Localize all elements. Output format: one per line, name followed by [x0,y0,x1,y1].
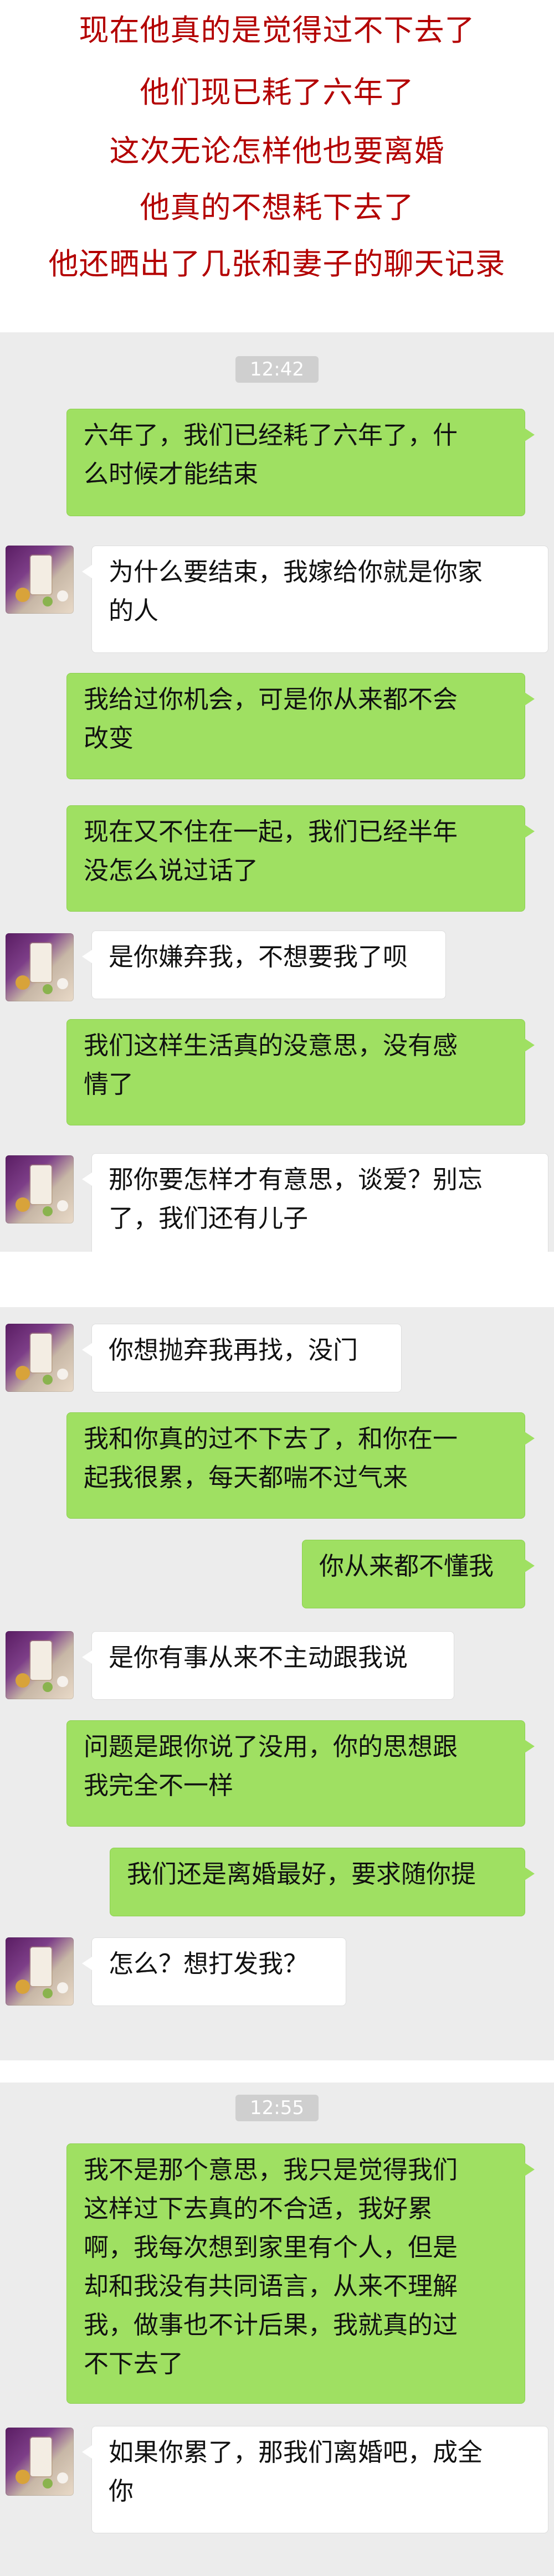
message-received: 为什么要结束，我嫁给你就是你家 的人 [82,546,548,653]
message-line: 啊，我每次想到家里有个人，但是 [84,2233,458,2262]
avatar [6,1155,74,1223]
message-received: 是你有事从来不主动跟我说 [82,1631,454,1700]
message-line: 不下去了 [84,2349,184,2378]
message-line: 的人 [109,596,159,625]
chat-screenshots-page: 现在他真的是觉得过不下去了 他们现已耗了六年了 这次无论怎样他也要离婚 他真的不… [0,0,554,2576]
message-line: 我们还是离婚最好，要求随你提 [127,1859,476,1889]
chat-screenshot-2: 你想抛弃我再找，没门 我和你真的过不下去了，和你在一 起我很累，每天都喘不过气来… [0,1307,554,2060]
message-line: 那你要怎样才有意思，谈爱？别忘 [109,1165,483,1194]
intro-line-1: 现在他真的是觉得过不下去了 [79,13,475,48]
message-line: 我，做事也不计后果，我就真的过 [84,2310,458,2340]
avatar [6,1324,74,1392]
intro-caption: 现在他真的是觉得过不下去了 他们现已耗了六年了 这次无论怎样他也要离婚 他真的不… [0,0,554,324]
avatar [6,1631,74,1699]
timestamp: 12:55 [235,2095,319,2121]
avatar [6,546,74,614]
avatar [6,1937,74,2006]
message-sent: 我不是那个意思，我只是觉得我们 这样过下去真的不合适，我好累 啊，我每次想到家里… [66,2143,535,2404]
message-line: 你从来都不懂我 [319,1551,494,1581]
message-received: 怎么？想打发我？ [82,1937,346,2006]
message-line: 我和你真的过不下去了，和你在一 [84,1424,458,1453]
message-line: 却和我没有共同语言，从来不理解 [84,2271,458,2301]
message-line: 你 [109,2476,134,2506]
message-line: 我不是那个意思，我只是觉得我们 [84,2155,458,2184]
message-line: 么时候才能结束 [84,459,259,489]
message-line: 我给过你机会，可是你从来都不会 [84,685,458,714]
message-line: 改变 [84,723,134,753]
message-sent: 我们还是离婚最好，要求随你提 [110,1848,535,1916]
message-sent: 你从来都不懂我 [302,1540,535,1608]
message-line: 我完全不一样 [84,1771,234,1800]
message-received: 是你嫌弃我，不想要我了呗 [82,930,446,999]
message-sent: 问题是跟你说了没用，你的思想跟 我完全不一样 [66,1720,535,1827]
message-line: 为什么要结束，我嫁给你就是你家 [109,557,483,587]
message-sent: 我和你真的过不下去了，和你在一 起我很累，每天都喘不过气来 [66,1412,535,1519]
message-line: 没怎么说过话了 [84,856,259,885]
chat-screenshot-1: 12:42 六年了，我们已经耗了六年了，什 么时候才能结束 为什么要结束，我嫁给… [0,332,554,1252]
message-line: 你想抛弃我再找，没门 [109,1335,358,1365]
message-line: 我们这样生活真的没意思，没有感 [84,1031,458,1060]
avatar [6,2428,74,2496]
chat-screenshot-3: 12:55 我不是那个意思，我只是觉得我们 这样过下去真的不合适，我好累 啊，我… [0,2083,554,2576]
timestamp: 12:42 [235,356,319,383]
intro-line-2: 他们现已耗了六年了 [140,75,414,110]
message-received: 你想抛弃我再找，没门 [82,1324,402,1392]
message-sent: 我给过你机会，可是你从来都不会 改变 [66,673,535,779]
message-line: 起我很累，每天都喘不过气来 [84,1463,408,1492]
message-received: 如果你累了，那我们离婚吧，成全 你 [82,2426,548,2533]
message-sent: 六年了，我们已经耗了六年了，什 么时候才能结束 [66,409,535,516]
message-line: 这样过下去真的不合适，我好累 [84,2194,433,2223]
message-sent: 现在又不住在一起，我们已经半年 没怎么说过话了 [66,805,535,912]
intro-line-4: 他真的不想耗下去了 [140,190,414,225]
message-line: 现在又不住在一起，我们已经半年 [84,817,458,846]
message-line: 如果你累了，那我们离婚吧，成全 [109,2438,483,2467]
message-line: 怎么？想打发我？ [109,1949,309,1978]
avatar [6,933,74,1001]
message-line: 六年了，我们已经耗了六年了，什 [84,420,458,450]
intro-line-5: 他还晒出了几张和妻子的聊天记录 [48,246,506,281]
message-line: 是你有事从来不主动跟我说 [109,1643,408,1672]
message-line: 问题是跟你说了没用，你的思想跟 [84,1732,458,1761]
message-line: 情了 [84,1070,134,1099]
intro-line-3: 这次无论怎样他也要离婚 [109,133,445,168]
message-received: 那你要怎样才有意思，谈爱？别忘 了，我们还有儿子 [82,1153,548,1252]
message-line: 了，我们还有儿子 [109,1204,309,1233]
message-line: 是你嫌弃我，不想要我了呗 [109,942,408,971]
message-sent: 我们这样生活真的没意思，没有感 情了 [66,1019,535,1125]
